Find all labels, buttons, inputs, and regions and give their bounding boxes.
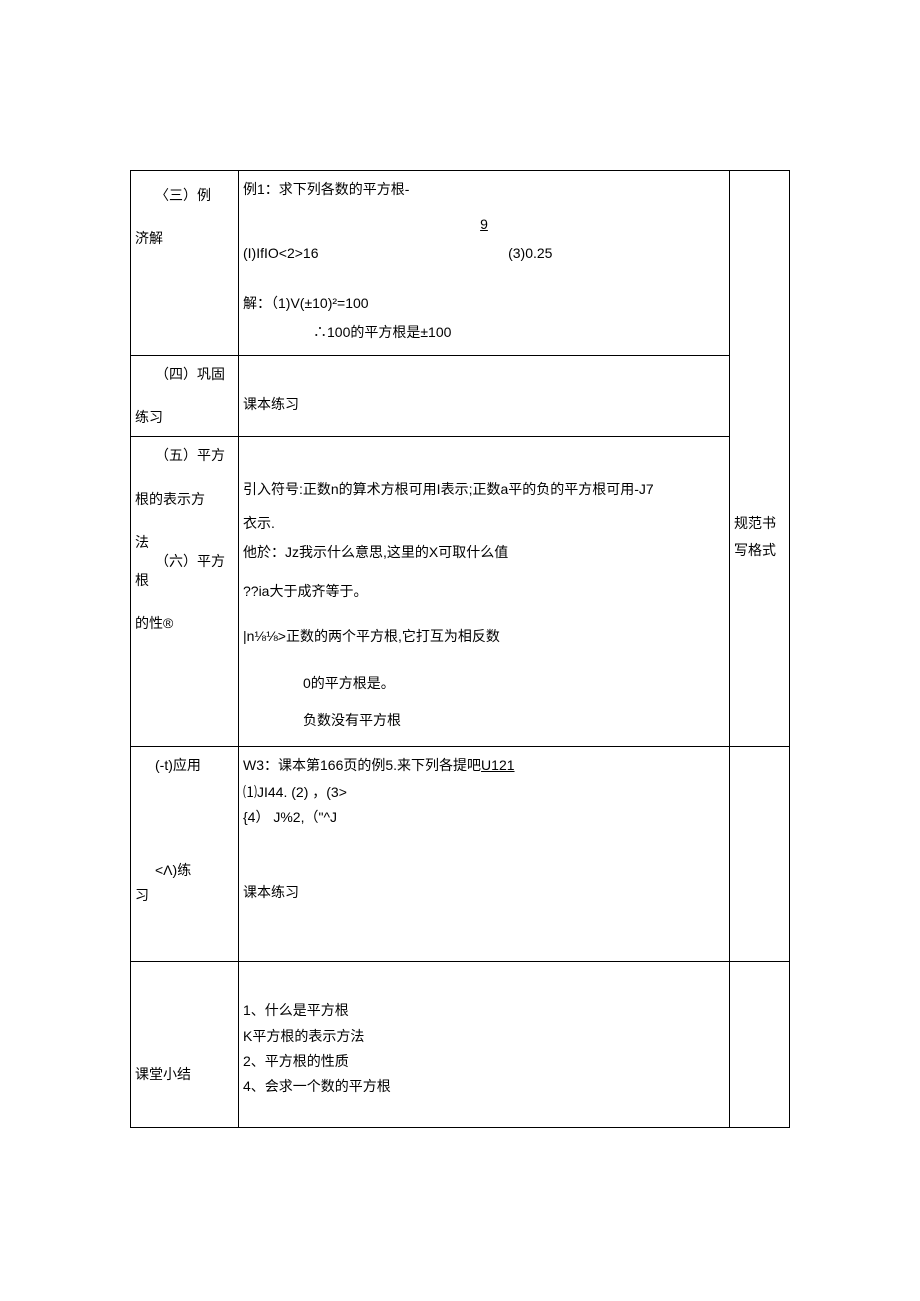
summary-item: 1、什么是平方根	[243, 998, 725, 1023]
section-label-cell: (-t)应用 <Λ)练 习	[131, 747, 238, 915]
body-text: 他於：Jz我示什么意思,这里的X可取什么值	[243, 540, 725, 565]
practice-text: 课本练习	[243, 392, 725, 417]
table-row: 〈三）例 济解 例1：求下列各数的平方根- 9 (I)IfIO<2>16 (3)…	[131, 171, 790, 356]
table-row: （五）平方 根的表示方 法 （六）平方 根 的性® 引入符号:正数n的算术方根可…	[131, 437, 790, 746]
fraction-numerator: 9	[480, 216, 488, 232]
body-text: |n⅛⅛>正数的两个平方根,它打互为相反数	[243, 624, 725, 649]
note-cell	[730, 962, 789, 974]
section-label-cell: 课堂小结	[131, 962, 238, 1093]
example-title: 例1：求下列各数的平方根-	[243, 177, 725, 202]
solution-line: 解：（1)V(±10)²=100	[243, 291, 725, 316]
section-label: （四）巩固	[135, 362, 234, 387]
section-label: 根的表示方	[135, 487, 234, 512]
math-text: (I)IfIO<2>16	[243, 241, 508, 266]
summary-item: K平方根的表示方法	[243, 1024, 725, 1049]
practice-text: 课本练习	[243, 880, 725, 905]
table-row: 课堂小结 1、什么是平方根 K平方根的表示方法 2、平方根的性质 4、会求一个数…	[131, 962, 790, 1128]
content-cell: W3：课本第166页的例5.来下列各提吧U121 ⑴JI44. (2) ，(3>…	[239, 747, 729, 962]
body-text: ⑴JI44. (2) ，(3>	[243, 780, 725, 805]
body-text: 负数没有平方根	[243, 708, 725, 733]
note-text: 写格式	[734, 538, 785, 563]
body-text: ??ia大于成齐等于。	[243, 579, 725, 604]
document-page: 〈三）例 济解 例1：求下列各数的平方根- 9 (I)IfIO<2>16 (3)…	[0, 0, 920, 1301]
math-text: (3)0.25	[508, 241, 552, 266]
section-label: 的性®	[135, 611, 234, 636]
content-cell: 引入符号:正数n的算术方根可用I表示;正数a平的负的平方根可用-J7 衣示. 他…	[239, 437, 729, 745]
content-cell: 例1：求下列各数的平方根- 9 (I)IfIO<2>16 (3)0.25 解：（…	[239, 171, 729, 355]
summary-item: 4、会求一个数的平方根	[243, 1074, 725, 1099]
body-text: {4） J%2,（"^J	[243, 805, 725, 830]
section-label: 练习	[135, 405, 234, 430]
body-text: 衣示.	[243, 511, 725, 536]
summary-item: 2、平方根的性质	[243, 1049, 725, 1074]
content-cell: 课本练习	[239, 356, 729, 423]
note-cell	[730, 747, 789, 759]
body-text: U121	[481, 757, 514, 773]
section-label: <Λ)练	[135, 858, 234, 883]
lesson-table: 〈三）例 济解 例1：求下列各数的平方根- 9 (I)IfIO<2>16 (3)…	[130, 170, 790, 1128]
body-text: 0的平方根是。	[243, 671, 725, 696]
table-row: (-t)应用 <Λ)练 习 W3：课本第166页的例5.来下列各提吧U121 ⑴…	[131, 746, 790, 962]
section-label: (-t)应用	[135, 753, 234, 778]
section-label-cell: （四）巩固 练习	[131, 356, 238, 436]
section-label: 习	[135, 883, 234, 908]
section-label: （五）平方	[135, 443, 234, 468]
note-text: 规范书	[734, 511, 785, 536]
body-text: 引入符号:正数n的算术方根可用I表示;正数a平的负的平方根可用-J7	[243, 477, 725, 502]
solution-line: ∴100的平方根是±100	[243, 320, 725, 345]
section-label: 〈三）例	[135, 183, 234, 208]
section-label: 课堂小结	[135, 1062, 234, 1087]
note-cell: 规范书 写格式	[730, 171, 789, 571]
content-cell: 1、什么是平方根 K平方根的表示方法 2、平方根的性质 4、会求一个数的平方根	[239, 962, 729, 1127]
section-label: 济解	[135, 226, 234, 251]
body-text: W3：课本第166页的例5.来下列各提吧	[243, 757, 481, 773]
section-label-cell: （五）平方 根的表示方 法 （六）平方 根 的性®	[131, 437, 238, 642]
table-row: （四）巩固 练习 课本练习	[131, 355, 790, 436]
section-label-cell: 〈三）例 济解	[131, 171, 238, 257]
